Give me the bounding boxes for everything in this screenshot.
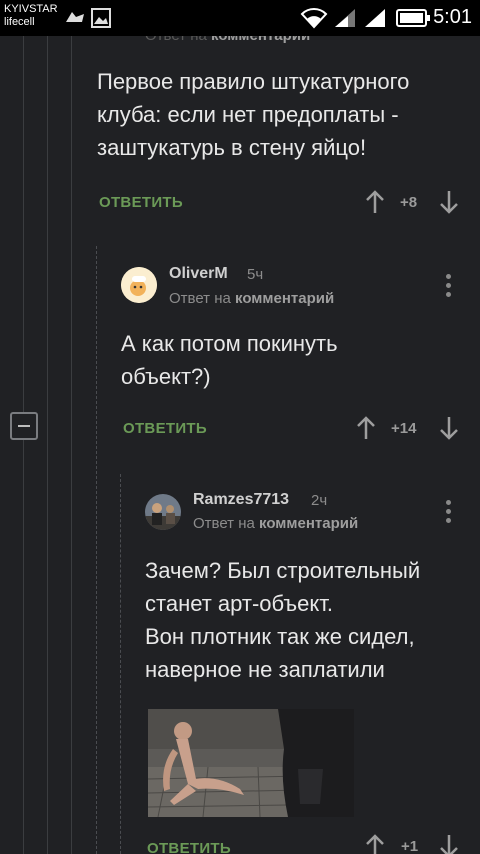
- signal-icon: [364, 8, 386, 33]
- comment-time: 2ч: [311, 492, 328, 509]
- arrow-up-icon[interactable]: [356, 416, 376, 445]
- comment-line: объект?): [121, 364, 211, 389]
- comment-line: Зачем? Был строительный: [145, 558, 421, 583]
- clock: 5:01: [433, 6, 472, 28]
- arrow-down-icon[interactable]: [439, 834, 459, 854]
- comment-line: станет арт-объект.: [145, 591, 334, 616]
- carrier-primary: KYIVSTAR: [4, 3, 58, 15]
- reply-to-target[interactable]: комментарий: [235, 290, 334, 307]
- app-screen: KYIVSTAR lifecell 5:01 Ответ: [0, 0, 480, 854]
- arrow-up-icon[interactable]: [365, 834, 385, 854]
- comment-line: наверное не заплатили: [145, 657, 385, 682]
- notification-icon: [64, 8, 86, 31]
- comment-line: клуба: если нет предоплаты -: [97, 102, 399, 127]
- minus-icon: [18, 425, 30, 427]
- arrow-up-icon[interactable]: [365, 190, 385, 219]
- battery-icon: [396, 9, 430, 32]
- status-bar: KYIVSTAR lifecell 5:01: [0, 0, 480, 36]
- reply-button[interactable]: ОТВЕТИТЬ: [123, 420, 207, 437]
- comment-line: Вон плотник так же сидел,: [145, 624, 415, 649]
- author-name[interactable]: OliverM: [169, 265, 228, 283]
- thread-line-dashed: [96, 246, 97, 854]
- thread-line-dashed: [120, 474, 121, 854]
- image-icon: [91, 8, 111, 33]
- comment-line: заштукатурь в стену яйцо!: [97, 135, 367, 160]
- thread-line: [47, 36, 48, 854]
- comment-text: Зачем? Был строительный станет арт-объек…: [145, 554, 420, 686]
- thread-line: [23, 36, 24, 412]
- signal-icon: [334, 8, 356, 33]
- arrow-down-icon[interactable]: [439, 416, 459, 445]
- avatar[interactable]: [145, 494, 181, 530]
- more-vertical-icon[interactable]: [446, 500, 452, 527]
- comment-image[interactable]: [147, 709, 355, 818]
- more-vertical-icon[interactable]: [446, 274, 452, 301]
- author-name[interactable]: Ramzes7713: [193, 491, 289, 509]
- reply-to-target[interactable]: комментарий: [259, 515, 358, 532]
- comment-line: А как потом покинуть: [121, 331, 338, 356]
- rating-value: +8: [400, 194, 418, 211]
- arrow-down-icon[interactable]: [439, 190, 459, 219]
- reply-to-info: Ответ на комментарий: [193, 515, 358, 532]
- reply-button[interactable]: ОТВЕТИТЬ: [147, 840, 231, 854]
- thread-line: [23, 440, 24, 854]
- rating-value: +14: [391, 420, 417, 437]
- avatar[interactable]: [121, 267, 157, 303]
- carrier-info: KYIVSTAR lifecell: [4, 3, 58, 29]
- reply-to-prefix: Ответ на: [169, 290, 231, 307]
- thread-line: [71, 36, 72, 854]
- reply-button[interactable]: ОТВЕТИТЬ: [99, 194, 183, 211]
- rating-value: +1: [401, 838, 419, 854]
- wifi-icon: [300, 7, 328, 34]
- comment-line: Первое правило штукатурного: [97, 69, 410, 94]
- comment-text: А как потом покинуть объект?): [121, 327, 338, 393]
- comment-text: Первое правило штукатурного клуба: если …: [97, 65, 409, 164]
- collapse-thread-button[interactable]: [10, 412, 38, 440]
- carrier-secondary: lifecell: [4, 16, 35, 28]
- comment-time: 5ч: [247, 266, 264, 283]
- reply-to-info: Ответ на комментарий: [169, 290, 334, 307]
- reply-to-prefix: Ответ на: [193, 515, 255, 532]
